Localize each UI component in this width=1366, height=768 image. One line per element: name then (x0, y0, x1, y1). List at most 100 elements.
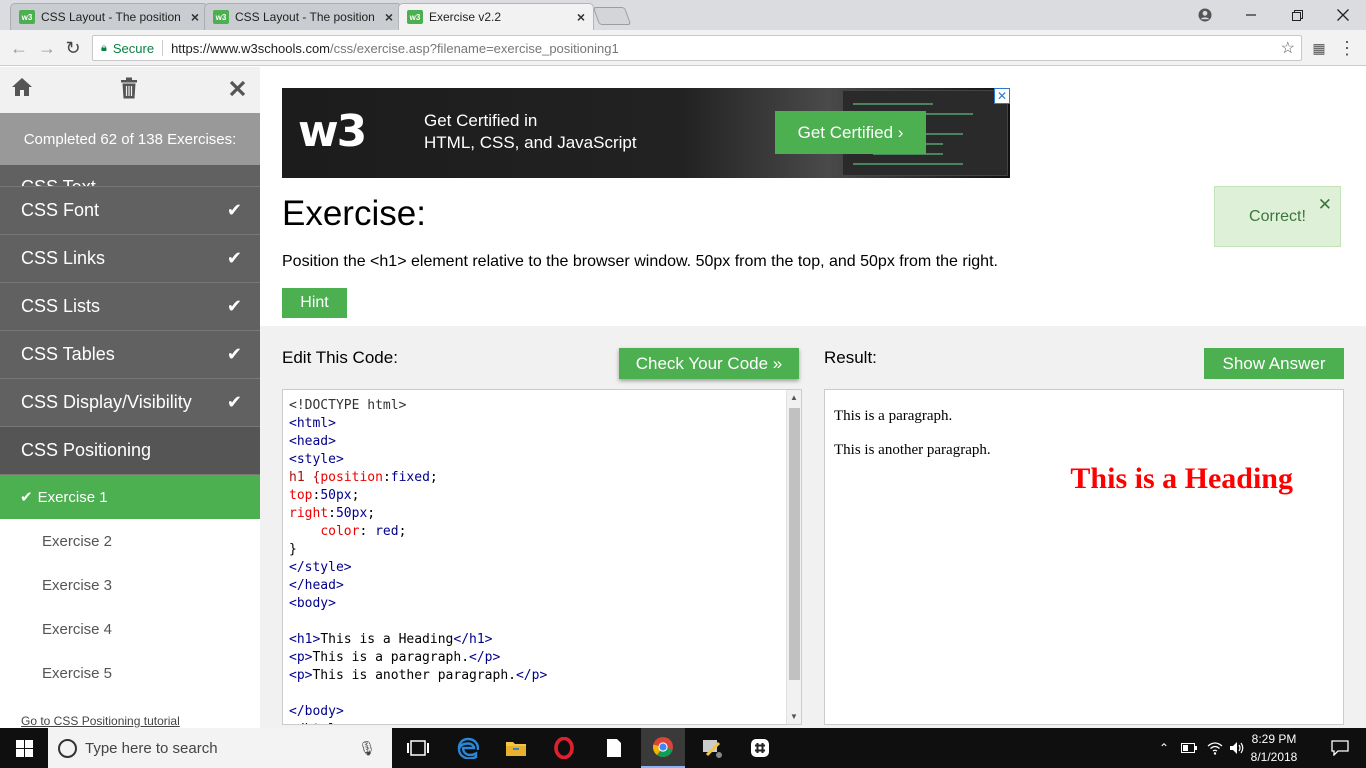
forward-arrow-icon[interactable]: → (36, 37, 58, 59)
correct-message: Correct! (1249, 207, 1306, 225)
windows-start-icon[interactable] (0, 728, 48, 768)
sidebar-item-css-display-visibility[interactable]: CSS Display/Visibility ✔ (0, 379, 260, 427)
bookmark-star-icon[interactable]: ☆ (1281, 38, 1295, 58)
code-token: This is a Heading (320, 632, 454, 647)
back-arrow-icon[interactable]: ← (8, 37, 30, 59)
opera-icon[interactable] (544, 728, 584, 768)
sidebar: Completed 62 of 138 Exercises: CSS Text … (0, 67, 260, 728)
code-lines: <!DOCTYPE html> <html> <head> <style> h1 {po… (289, 397, 547, 724)
checkmark-icon: ✔ (226, 392, 242, 412)
chrome-icon[interactable] (641, 728, 685, 768)
sidebar-item-css-links[interactable]: CSS Links ✔ (0, 235, 260, 283)
scrollbar-thumb[interactable] (789, 408, 800, 680)
notifications-icon[interactable] (1320, 728, 1360, 768)
close-tab-icon[interactable]: × (385, 9, 393, 25)
restore-icon[interactable] (1274, 0, 1320, 30)
result-paragraph-2: This is another paragraph. (834, 442, 991, 458)
code-token: : (328, 506, 336, 521)
document-icon[interactable] (594, 728, 634, 768)
address-bar-row: ← → ↻ 🔒︎ Secure https://www.w3schools.co… (0, 30, 1366, 66)
close-icon[interactable] (229, 77, 246, 103)
extension-icon[interactable]: ▦ (1308, 37, 1330, 59)
code-line: <!DOCTYPE html> (289, 398, 407, 413)
code-token: ; (429, 470, 438, 485)
sidebar-item-css-tables[interactable]: CSS Tables ✔ (0, 331, 260, 379)
checkmark-icon: ✔ (226, 248, 242, 268)
ad-close-icon[interactable]: ✕ (994, 88, 1010, 104)
exercise-item-1[interactable]: ✔ Exercise 1 (0, 475, 260, 519)
minimize-icon[interactable] (1228, 0, 1274, 30)
edge-browser-icon[interactable] (448, 728, 488, 768)
code-line: <p>This is a paragraph.</p> (289, 649, 547, 667)
code-token: </p> (469, 650, 501, 665)
exercise-item-3[interactable]: Exercise 3 (0, 563, 260, 607)
code-line: <h1>This is a Heading</h1> (289, 631, 547, 649)
taskbar-clock[interactable]: 8:29 PM 8/1/2018 (1244, 730, 1304, 766)
code-token: <p> (289, 668, 313, 683)
sidebar-item-css-positioning[interactable]: CSS Positioning (0, 427, 260, 475)
browser-tab-2[interactable]: w3 CSS Layout - The position × (204, 3, 402, 30)
browser-tab-1[interactable]: w3 CSS Layout - The position × (10, 3, 208, 30)
editor-scrollbar[interactable]: ▲ ▼ (786, 390, 801, 724)
w3schools-favicon-icon: w3 (213, 10, 229, 24)
close-tab-icon[interactable]: × (191, 9, 199, 25)
sidebar-item-css-lists[interactable]: CSS Lists ✔ (0, 283, 260, 331)
secure-label: Secure (112, 40, 155, 56)
close-window-icon[interactable] (1320, 0, 1366, 30)
battery-icon[interactable] (1178, 728, 1200, 768)
w3-logo: w3 (298, 106, 367, 157)
taskbar-search-input[interactable]: Type here to search 🎙︎ (48, 728, 392, 768)
url-field[interactable]: 🔒︎ Secure https://www.w3schools.com /css… (92, 35, 1302, 61)
code-line: </html> (289, 721, 547, 724)
home-icon[interactable] (11, 77, 33, 103)
microphone-icon[interactable]: 🎙︎ (358, 740, 376, 757)
main-content: w3 Get Certified in HTML, CSS, and JavaS… (260, 67, 1366, 728)
show-answer-button[interactable]: Show Answer (1204, 348, 1344, 379)
sidebar-item-css-text[interactable]: CSS Text (0, 165, 260, 187)
w3schools-favicon-icon: w3 (19, 10, 35, 24)
hint-button[interactable]: Hint (282, 288, 347, 318)
result-heading: This is a Heading (1070, 462, 1293, 495)
code-token: 50px (335, 506, 368, 521)
windows-taskbar: Type here to search 🎙︎ ⌃ 8:29 PM 8/1/201… (0, 728, 1366, 768)
exercise-instructions: Position the <h1> element relative to th… (282, 253, 998, 270)
exercise-item-5[interactable]: Exercise 5 (0, 651, 260, 695)
browser-tab-3[interactable]: w3 Exercise v2.2 × (398, 3, 594, 30)
exercise-item-4[interactable]: Exercise 4 (0, 607, 260, 651)
sidebar-item-label: CSS Text (21, 177, 96, 187)
trash-icon[interactable] (120, 77, 138, 105)
close-alert-icon[interactable]: ✕ (1318, 195, 1332, 215)
menu-kebab-icon[interactable]: ⋮ (1336, 37, 1358, 59)
scroll-up-arrow-icon[interactable]: ▲ (790, 393, 798, 402)
close-tab-icon[interactable]: × (577, 9, 585, 25)
show-hidden-icons-icon[interactable]: ⌃ (1154, 728, 1174, 768)
task-view-icon[interactable] (398, 728, 438, 768)
slack-icon[interactable] (740, 728, 780, 768)
exercise-item-2[interactable]: Exercise 2 (0, 519, 260, 563)
reload-icon[interactable]: ↻ (62, 37, 84, 59)
scroll-down-arrow-icon[interactable]: ▼ (790, 712, 798, 721)
tab-title: CSS Layout - The position (235, 10, 375, 24)
code-editor[interactable]: <!DOCTYPE html> <html> <head> <style> h1 {po… (282, 389, 802, 725)
ad-banner[interactable]: w3 Get Certified in HTML, CSS, and JavaS… (282, 88, 1010, 178)
wifi-icon[interactable] (1204, 728, 1226, 768)
code-line: </head> (289, 578, 344, 593)
sidebar-item-css-font[interactable]: CSS Font ✔ (0, 187, 260, 235)
code-token: This is another paragraph. (312, 668, 516, 683)
exercise-label: Exercise 1 (37, 488, 108, 506)
check-code-button[interactable]: Check Your Code » (619, 348, 799, 379)
file-explorer-icon[interactable] (496, 728, 536, 768)
code-line: color: red; (289, 523, 547, 541)
tools-icon[interactable] (692, 728, 732, 768)
tutorial-link[interactable]: Go to CSS Positioning tutorial (0, 695, 260, 728)
get-certified-button[interactable]: Get Certified › (775, 111, 926, 154)
ad-line-1: Get Certified in (424, 111, 538, 130)
profile-icon[interactable] (1182, 0, 1228, 30)
checkmark-icon: ✔ (226, 296, 242, 316)
code-line: right:50px; (289, 505, 547, 523)
checkmark-icon: ✔ (20, 489, 33, 506)
w3schools-favicon-icon: w3 (407, 10, 423, 24)
code-token: color (320, 524, 360, 539)
new-tab-button[interactable] (592, 7, 632, 25)
